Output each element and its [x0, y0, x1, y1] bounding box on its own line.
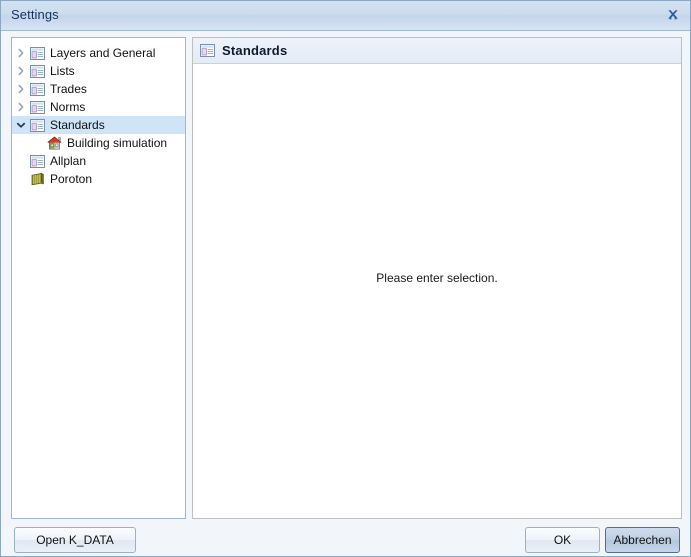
twisty-placeholder [29, 134, 46, 152]
content-panel: Standards Please enter selection. [192, 37, 682, 519]
brick-icon [29, 171, 45, 187]
tree-item-allplan[interactable]: Allplan [12, 152, 185, 170]
content-panel-title: Standards [222, 43, 288, 58]
twisty-placeholder [12, 152, 29, 170]
tree-item-label: Allplan [50, 153, 87, 168]
content-empty-message: Please enter selection. [376, 271, 498, 285]
tree-item-standards[interactable]: Standards [12, 116, 185, 134]
tree-item-label: Norms [50, 99, 86, 114]
tree-item-label: Trades [50, 81, 87, 96]
content-panel-header: Standards [193, 38, 681, 64]
tree-item-label: Poroton [50, 171, 93, 186]
tree-item-label: Layers and General [50, 45, 156, 60]
dialog-body: Layers and General Lists Trades Norms St… [1, 31, 690, 556]
settings-dialog-window: Settings Layers and General Lists Trades… [0, 0, 691, 557]
document-list-icon [29, 45, 45, 61]
tree-item-poroton[interactable]: Poroton [12, 170, 185, 188]
document-list-icon [29, 63, 45, 79]
window-title: Settings [11, 7, 59, 22]
tree-item-norms[interactable]: Norms [12, 98, 185, 116]
chevron-right-icon[interactable] [12, 44, 29, 62]
chevron-right-icon[interactable] [12, 62, 29, 80]
tree-item-layers-and-general[interactable]: Layers and General [12, 44, 185, 62]
tree-item-building-simulation[interactable]: Building simulation [12, 134, 185, 152]
house-icon [46, 135, 62, 151]
tree-item-label: Lists [50, 63, 75, 78]
close-icon[interactable] [660, 4, 686, 28]
cancel-button[interactable]: Abbrechen [605, 527, 680, 553]
tree-item-label: Building simulation [67, 135, 168, 150]
ok-button[interactable]: OK [525, 527, 600, 553]
tree-item-lists[interactable]: Lists [12, 62, 185, 80]
chevron-down-icon[interactable] [12, 116, 29, 134]
document-list-icon [29, 81, 45, 97]
document-list-icon [29, 117, 45, 133]
chevron-right-icon[interactable] [12, 80, 29, 98]
settings-tree[interactable]: Layers and General Lists Trades Norms St… [11, 37, 186, 519]
chevron-right-icon[interactable] [12, 98, 29, 116]
tree-item-trades[interactable]: Trades [12, 80, 185, 98]
title-bar: Settings [1, 1, 690, 31]
document-list-icon [199, 43, 215, 59]
document-list-icon [29, 99, 45, 115]
open-kdata-button[interactable]: Open K_DATA [14, 527, 136, 553]
document-list-icon [29, 153, 45, 169]
twisty-placeholder [12, 170, 29, 188]
tree-item-label: Standards [50, 117, 105, 132]
